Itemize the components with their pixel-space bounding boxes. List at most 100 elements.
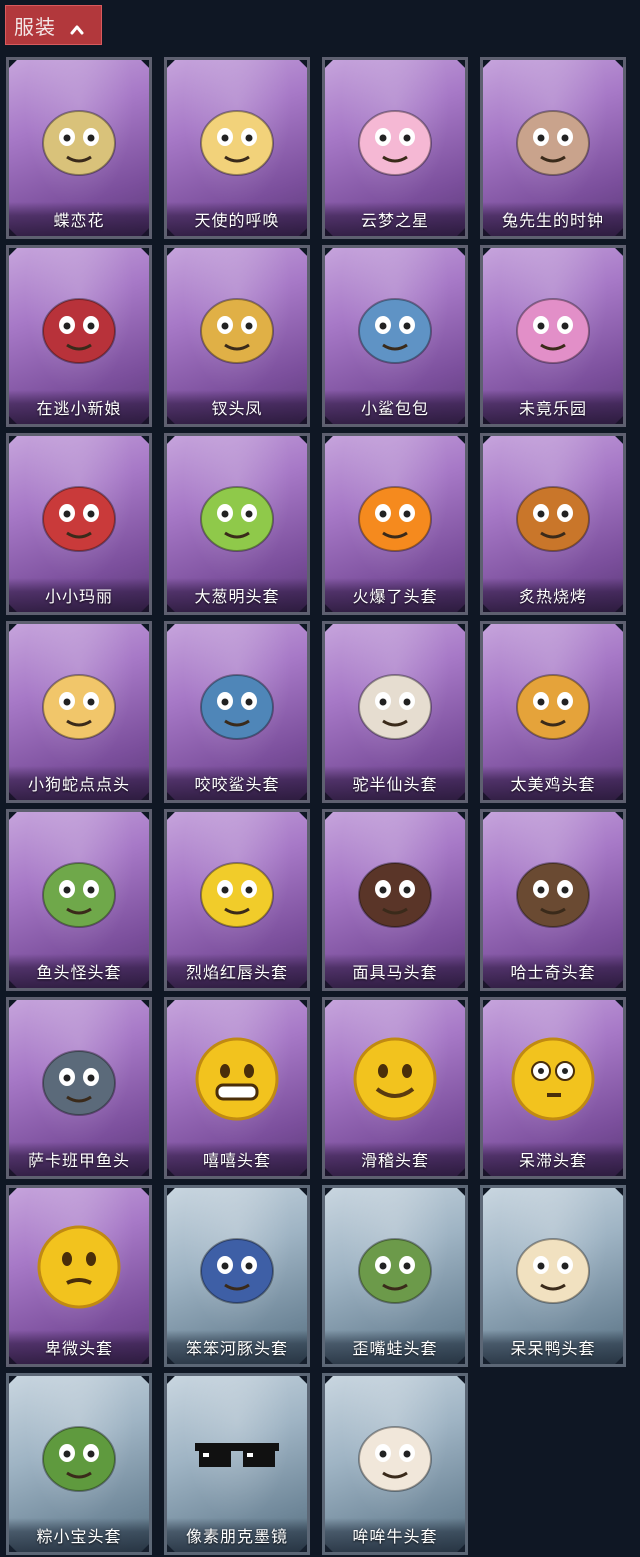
card-corner bbox=[167, 1376, 176, 1385]
costume-name: 未竟乐园 bbox=[518, 399, 587, 418]
costume-card[interactable]: 哞哞牛头套 bbox=[322, 1373, 468, 1555]
costume-name: 咬咬鲨头套 bbox=[194, 775, 280, 794]
shark-bag-icon bbox=[325, 266, 465, 384]
card-corner bbox=[9, 1376, 18, 1385]
costume-name: 鱼头怪头套 bbox=[36, 963, 122, 982]
costume-card[interactable]: 咬咬鲨头套 bbox=[164, 621, 310, 803]
costume-card[interactable]: 卑微头套 bbox=[6, 1185, 152, 1367]
card-corner bbox=[456, 1000, 465, 1009]
costume-card[interactable]: 像素朋克墨镜 bbox=[164, 1373, 310, 1555]
costume-name: 萨卡班甲鱼头 bbox=[27, 1151, 130, 1170]
card-corner bbox=[9, 60, 18, 69]
costume-card[interactable]: 哈士奇头套 bbox=[480, 809, 626, 991]
fish-head-icon bbox=[9, 830, 149, 948]
costume-card[interactable]: 萨卡班甲鱼头 bbox=[6, 997, 152, 1179]
bear-head-icon bbox=[325, 642, 465, 760]
costume-card[interactable]: 面具马头套 bbox=[322, 809, 468, 991]
card-corner bbox=[483, 1188, 492, 1197]
costume-card[interactable]: 火爆了头套 bbox=[322, 433, 468, 615]
card-corner bbox=[298, 436, 307, 445]
costume-card[interactable]: 兔先生的时钟 bbox=[480, 57, 626, 239]
costume-card[interactable]: 小小玛丽 bbox=[6, 433, 152, 615]
card-corner bbox=[298, 248, 307, 257]
card-name-bar: 哈士奇头套 bbox=[483, 954, 623, 988]
costume-card[interactable]: 大葱明头套 bbox=[164, 433, 310, 615]
costume-card[interactable]: 滑稽头套 bbox=[322, 997, 468, 1179]
costume-card[interactable]: 小狗蛇点点头 bbox=[6, 621, 152, 803]
card-corner bbox=[325, 1000, 334, 1009]
card-corner bbox=[614, 60, 623, 69]
costume-card[interactable]: 在逃小新娘 bbox=[6, 245, 152, 427]
card-name-bar: 天使的呼唤 bbox=[167, 202, 307, 236]
costume-name: 蝶恋花 bbox=[53, 211, 105, 230]
card-corner bbox=[167, 624, 176, 633]
card-corner bbox=[140, 60, 149, 69]
costume-name: 呆滞头套 bbox=[518, 1151, 587, 1170]
card-corner bbox=[9, 812, 18, 821]
card-corner bbox=[298, 812, 307, 821]
card-corner bbox=[614, 248, 623, 257]
frog-head-icon bbox=[325, 1206, 465, 1324]
costume-card[interactable]: 烈焰红唇头套 bbox=[164, 809, 310, 991]
card-corner bbox=[614, 1000, 623, 1009]
costume-name: 歪嘴蛙头套 bbox=[352, 1339, 438, 1358]
pixel-sunglasses-icon bbox=[167, 1394, 307, 1512]
duck-head-icon bbox=[483, 1206, 623, 1324]
card-corner bbox=[167, 812, 176, 821]
costume-card[interactable]: 天使的呼唤 bbox=[164, 57, 310, 239]
costume-card[interactable]: 云梦之星 bbox=[322, 57, 468, 239]
cow-head-icon bbox=[325, 1394, 465, 1512]
card-corner bbox=[140, 436, 149, 445]
zongzi-head-icon bbox=[9, 1394, 149, 1512]
pufferfish-head-icon bbox=[167, 1206, 307, 1324]
card-corner bbox=[298, 624, 307, 633]
costume-card[interactable]: 鱼头怪头套 bbox=[6, 809, 152, 991]
costume-name: 大葱明头套 bbox=[194, 587, 280, 606]
costume-card[interactable]: 炙热烧烤 bbox=[480, 433, 626, 615]
card-corner bbox=[9, 436, 18, 445]
costume-name: 火爆了头套 bbox=[352, 587, 438, 606]
costume-category-toggle[interactable]: 服装 bbox=[5, 5, 102, 45]
costume-name: 炙热烧烤 bbox=[518, 587, 587, 606]
card-corner bbox=[325, 812, 334, 821]
card-corner bbox=[614, 1188, 623, 1197]
costume-card[interactable]: 钗头凤 bbox=[164, 245, 310, 427]
costume-card[interactable]: 小鲨包包 bbox=[322, 245, 468, 427]
costume-card[interactable]: 未竟乐园 bbox=[480, 245, 626, 427]
card-corner bbox=[483, 624, 492, 633]
card-name-bar: 在逃小新娘 bbox=[9, 390, 149, 424]
card-name-bar: 火爆了头套 bbox=[325, 578, 465, 612]
costume-card[interactable]: 笨笨河豚头套 bbox=[164, 1185, 310, 1367]
humble-emoji-icon bbox=[9, 1206, 149, 1324]
costume-name: 太美鸡头套 bbox=[510, 775, 596, 794]
costume-card[interactable]: 蝶恋花 bbox=[6, 57, 152, 239]
costume-name: 哞哞牛头套 bbox=[352, 1527, 438, 1546]
card-name-bar: 小狗蛇点点头 bbox=[9, 766, 149, 800]
costume-card[interactable]: 太美鸡头套 bbox=[480, 621, 626, 803]
card-corner bbox=[325, 436, 334, 445]
card-corner bbox=[483, 436, 492, 445]
costume-name: 小小玛丽 bbox=[44, 587, 113, 606]
costume-name: 卑微头套 bbox=[44, 1339, 113, 1358]
card-name-bar: 大葱明头套 bbox=[167, 578, 307, 612]
costume-name: 天使的呼唤 bbox=[194, 211, 280, 230]
card-name-bar: 像素朋克墨镜 bbox=[167, 1518, 307, 1552]
shark-head-icon bbox=[167, 642, 307, 760]
card-name-bar: 鱼头怪头套 bbox=[9, 954, 149, 988]
card-corner bbox=[456, 436, 465, 445]
angel-figure-icon bbox=[167, 78, 307, 196]
costume-name: 粽小宝头套 bbox=[36, 1527, 122, 1546]
smirk-emoji-icon bbox=[325, 1018, 465, 1136]
card-corner bbox=[140, 248, 149, 257]
card-name-bar: 粽小宝头套 bbox=[9, 1518, 149, 1552]
card-corner bbox=[483, 1000, 492, 1009]
costume-card[interactable]: 驼半仙头套 bbox=[322, 621, 468, 803]
costume-card[interactable]: 嘻嘻头套 bbox=[164, 997, 310, 1179]
costume-card[interactable]: 歪嘴蛙头套 bbox=[322, 1185, 468, 1367]
costume-card[interactable]: 呆呆鸭头套 bbox=[480, 1185, 626, 1367]
card-corner bbox=[167, 436, 176, 445]
card-name-bar: 未竟乐园 bbox=[483, 390, 623, 424]
costume-card[interactable]: 粽小宝头套 bbox=[6, 1373, 152, 1555]
card-name-bar: 小小玛丽 bbox=[9, 578, 149, 612]
costume-card[interactable]: 呆滞头套 bbox=[480, 997, 626, 1179]
